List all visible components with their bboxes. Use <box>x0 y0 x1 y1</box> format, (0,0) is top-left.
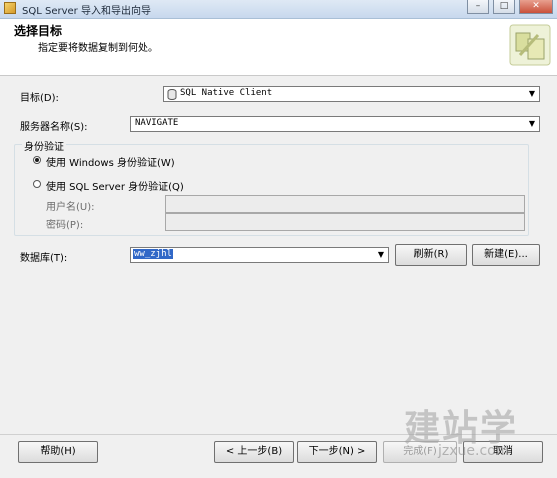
page-title: 选择目标 <box>14 24 63 38</box>
page-subtitle: 指定要将数据复制到何处。 <box>38 43 158 54</box>
app-icon <box>4 2 16 14</box>
server-name-select[interactable]: NAVIGATE ▼ <box>130 116 540 132</box>
auth-sql-label[interactable]: 使用 SQL Server 身份验证(Q) <box>46 178 184 193</box>
close-window-button[interactable]: ✕ <box>519 0 553 14</box>
refresh-button[interactable]: 刷新(R) <box>395 244 467 266</box>
watermark-url: jzxue.com <box>438 443 510 459</box>
server-name-value: NAVIGATE <box>135 118 179 128</box>
server-name-label: 服务器名称(S): <box>20 122 88 133</box>
wizard-graphic-icon <box>509 24 551 66</box>
watermark: 建站学 jzxue.com <box>392 403 557 477</box>
password-field[interactable] <box>165 213 525 231</box>
maximize-button[interactable]: □ <box>493 0 515 14</box>
window-title: SQL Server 导入和导出向导 <box>22 6 151 17</box>
password-label: 密码(P): <box>46 220 84 231</box>
database-label: 数据库(T): <box>20 253 68 264</box>
title-bar[interactable]: SQL Server 导入和导出向导 – □ ✕ <box>0 0 557 19</box>
next-button[interactable]: 下一步(N) > <box>297 441 377 463</box>
database-value: ww_zjhl <box>133 249 173 259</box>
chevron-down-icon[interactable]: ▼ <box>374 248 388 262</box>
auth-sql-radio[interactable] <box>33 180 41 188</box>
destination-value: SQL Native Client <box>180 88 273 98</box>
username-field[interactable] <box>165 195 525 213</box>
database-icon <box>167 89 177 100</box>
chevron-down-icon[interactable]: ▼ <box>525 87 539 101</box>
authentication-group-label: 身份验证 <box>22 138 66 153</box>
help-button[interactable]: 帮助(H) <box>18 441 98 463</box>
chevron-down-icon[interactable]: ▼ <box>525 117 539 131</box>
wizard-header: 选择目标 指定要将数据复制到何处。 <box>0 19 557 76</box>
back-button[interactable]: < 上一步(B) <box>214 441 294 463</box>
database-select[interactable]: ww_zjhl ▼ <box>130 247 389 263</box>
destination-select[interactable]: SQL Native Client ▼ <box>163 86 540 102</box>
auth-windows-label[interactable]: 使用 Windows 身份验证(W) <box>46 154 175 169</box>
username-label: 用户名(U): <box>46 202 95 213</box>
auth-windows-radio[interactable] <box>33 156 41 164</box>
minimize-button[interactable]: – <box>467 0 489 14</box>
new-database-button[interactable]: 新建(E)... <box>472 244 540 266</box>
destination-label: 目标(D): <box>20 93 59 104</box>
